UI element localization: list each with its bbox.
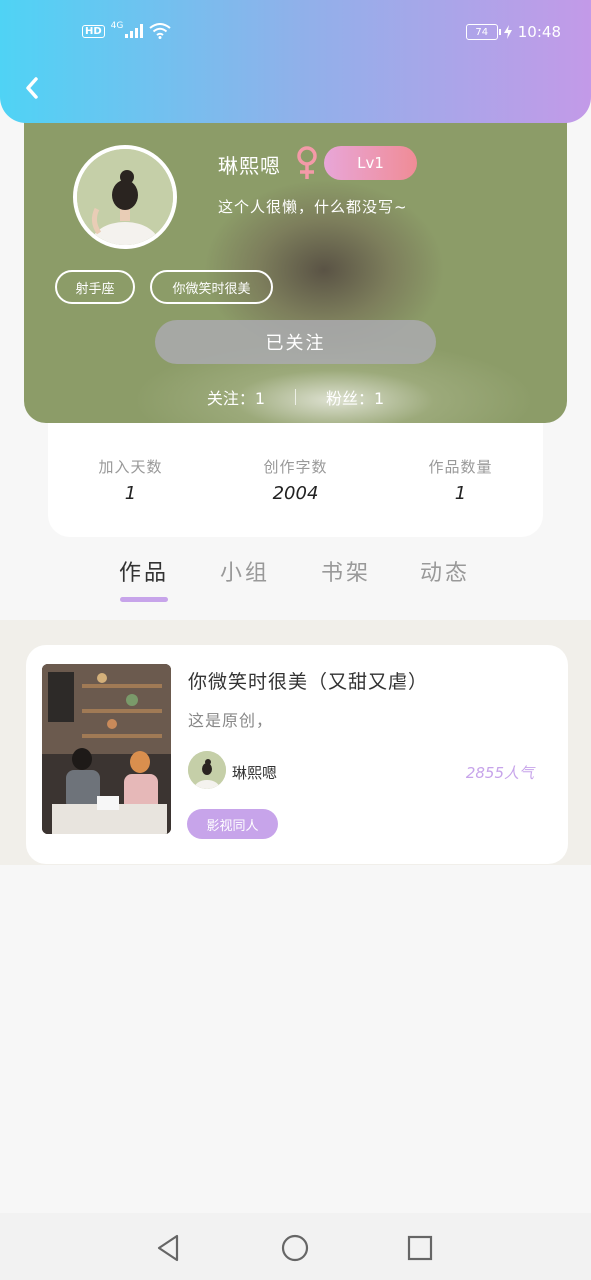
circle-home-icon[interactable] [280,1233,310,1263]
triangle-back-icon[interactable] [154,1233,184,1263]
stat-works-count: 作品数量 1 [396,456,526,537]
tab-bar: 作品 小组 书架 动态 [0,555,591,615]
following-count[interactable]: 关注：1 [207,385,265,409]
work-cover-image[interactable] [42,664,171,834]
author-avatar[interactable] [188,751,226,789]
stat-word-count: 创作字数 2004 [231,456,361,537]
signal-icon [125,24,144,38]
level-badge: Lv1 [324,146,417,180]
tab-indicator [120,597,168,602]
popularity-count: 2855人气 [465,764,534,782]
followers-count[interactable]: 粉丝：1 [326,385,384,409]
profile-card: 琳熙嗯 Lv1 这个人很懒，什么都没写~ 射手座 你微笑时很美 已关注 关注：1… [24,100,567,423]
author-avatar-image [188,751,226,789]
stat-value: 2004 [272,483,319,504]
back-button[interactable] [18,72,46,104]
genre-tag[interactable]: 影视同人 [187,809,278,839]
work-description: 这是原创， [188,711,274,730]
tag-zodiac[interactable]: 射手座 [55,270,135,304]
avatar[interactable] [73,145,177,249]
tab-works[interactable]: 作品 [119,555,169,587]
square-recents-icon[interactable] [405,1233,435,1263]
network-label: 4G [110,21,124,31]
tag-work[interactable]: 你微笑时很美 [150,270,273,304]
follow-button[interactable]: 已关注 [155,320,436,364]
username: 琳熙嗯 [218,154,281,178]
tab-bookshelf[interactable]: 书架 [321,555,371,587]
battery-level: 74 [475,26,489,38]
bio-text: 这个人很懒，什么都没写~ [218,198,408,216]
tab-groups[interactable]: 小组 [220,555,270,587]
status-time: 10:48 [517,23,561,41]
stat-value: 1 [454,483,467,504]
stat-label: 加入天数 [98,458,163,476]
divider [295,389,296,405]
chevron-left-icon [26,77,38,99]
wifi-icon [149,23,171,39]
female-icon [297,146,317,179]
stat-join-days: 加入天数 1 [66,456,196,537]
charging-icon [503,25,512,39]
battery-icon: 74 [465,24,501,40]
stats-card: 加入天数 1 创作字数 2004 作品数量 1 [48,418,543,537]
follow-stats: 关注：1 粉丝：1 [24,385,567,409]
work-title[interactable]: 你微笑时很美（又甜又虐） [188,667,428,694]
hd-badge: HD [82,24,105,38]
author-name[interactable]: 琳熙嗯 [232,762,277,783]
stat-label: 创作字数 [263,458,328,476]
status-bar-right: 74 10:48 [465,23,561,41]
stat-value: 1 [124,483,137,504]
cover-illustration [42,664,171,834]
stat-label: 作品数量 [428,458,493,476]
status-bar-left: HD 4G [82,21,171,39]
tab-activity[interactable]: 动态 [420,555,470,587]
work-card[interactable]: 你微笑时很美（又甜又虐） 这是原创， 琳熙嗯 2855人气 影视同人 [26,645,568,864]
avatar-image [77,149,173,245]
header-bar: HD 4G 74 10:48 [0,0,591,123]
system-navbar [0,1213,591,1280]
